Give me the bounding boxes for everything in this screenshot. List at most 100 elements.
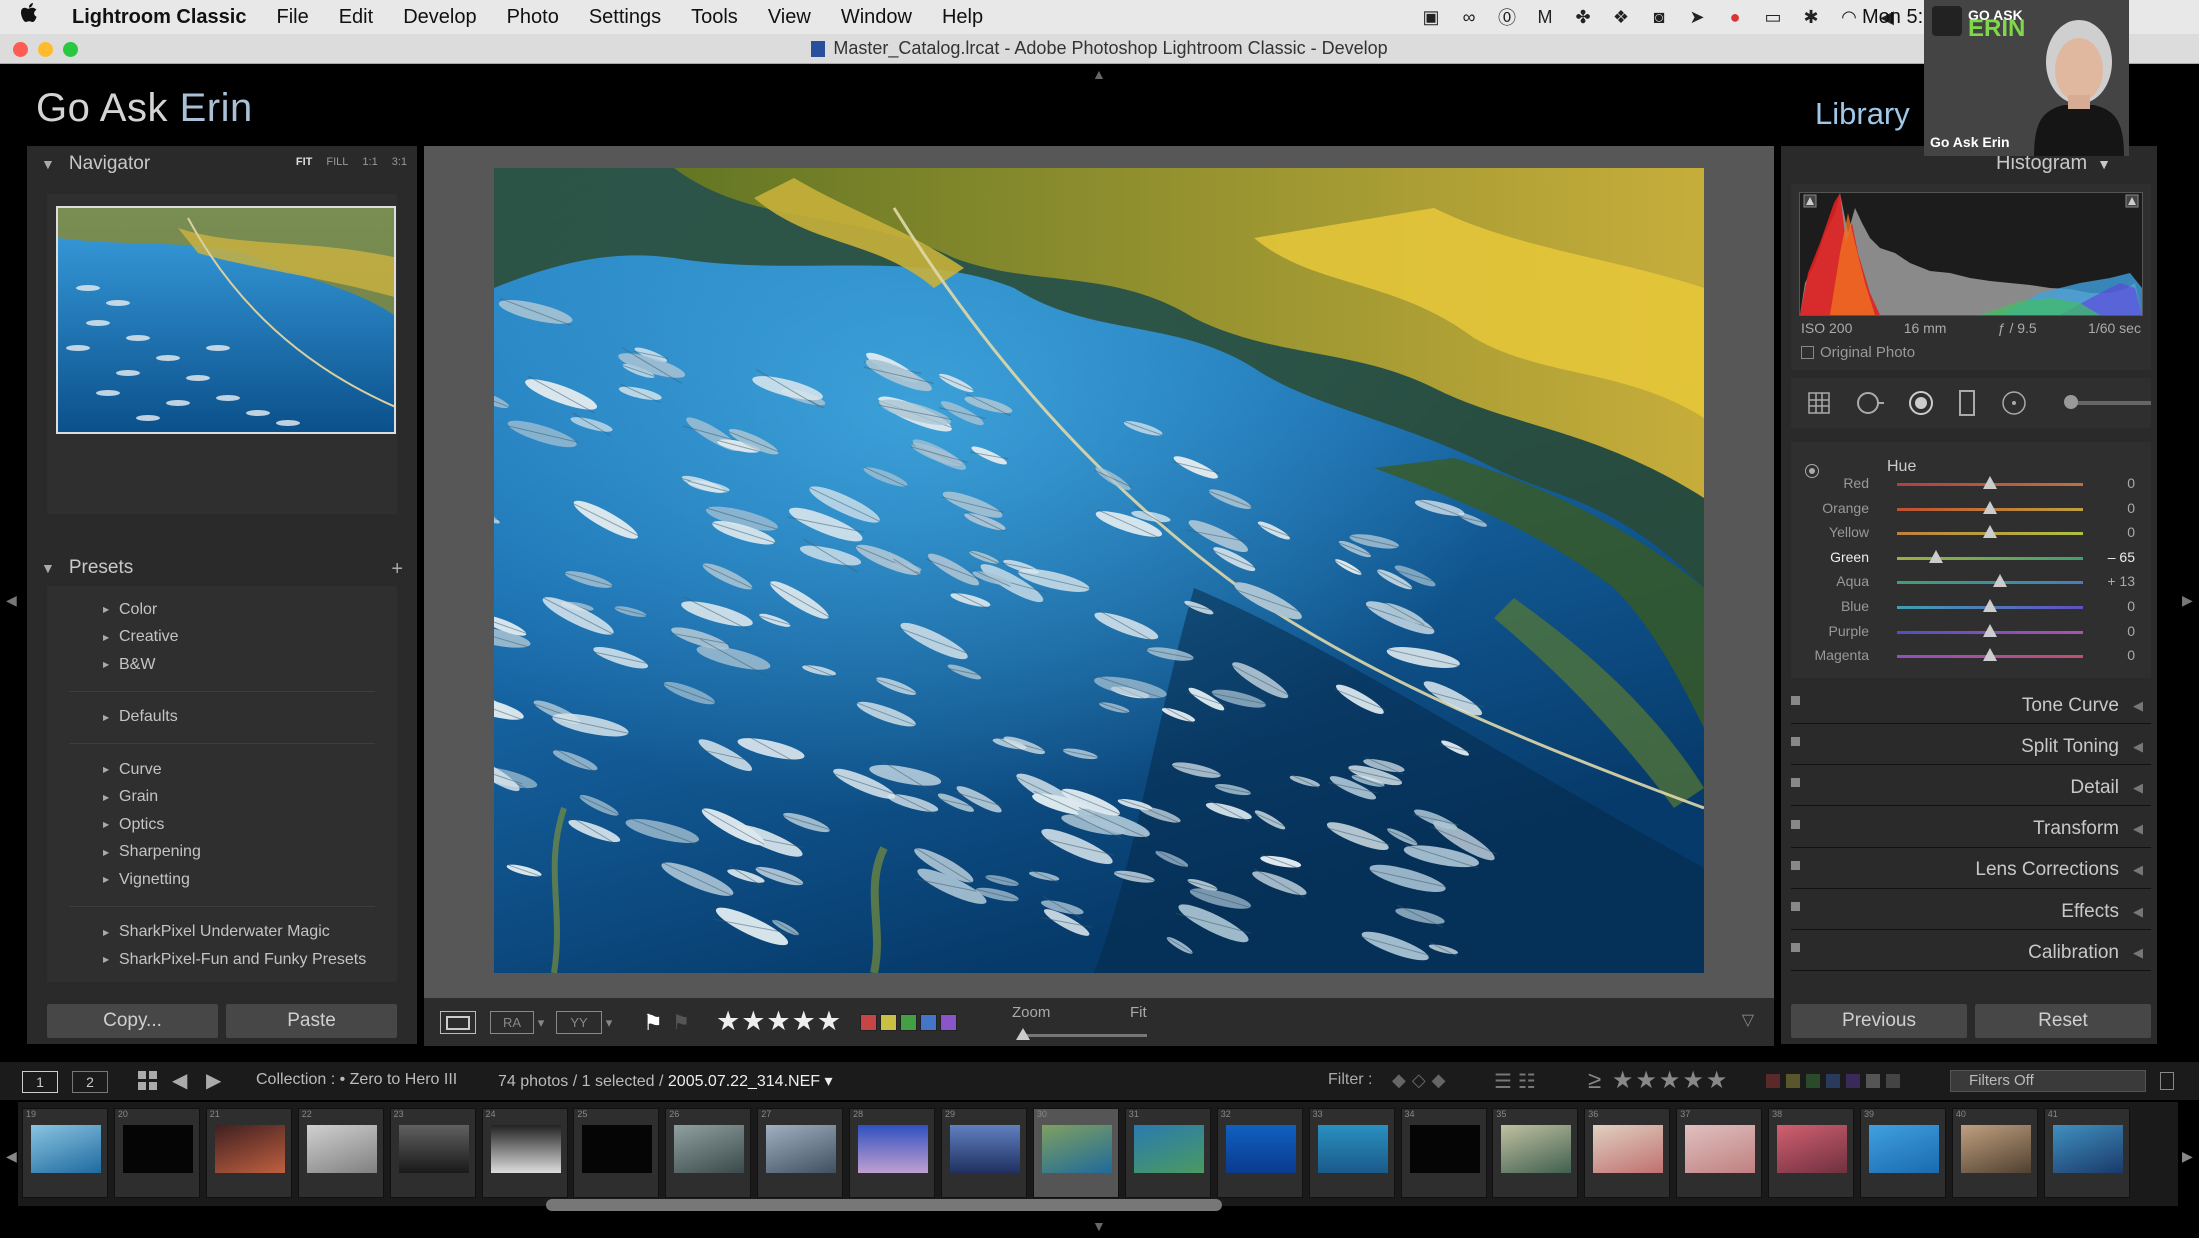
source-indicator[interactable]: Collection : • Zero to Hero III xyxy=(256,1071,457,1089)
thumbnail-image[interactable] xyxy=(306,1125,377,1173)
back-arrow-icon[interactable]: ◀ xyxy=(172,1068,187,1093)
m-app-icon[interactable]: M xyxy=(1533,7,1557,27)
panel-effects[interactable]: Effects ◀ xyxy=(1791,894,2151,930)
panel-split-toning[interactable]: Split Toning ◀ xyxy=(1791,729,2151,766)
copy-before-after-icon[interactable]: YY xyxy=(556,1011,602,1034)
swap-dropdown-icon[interactable]: ▾ xyxy=(604,1011,614,1034)
filmstrip-thumbnail[interactable]: 21 xyxy=(205,1108,292,1198)
airplay-icon[interactable]: ▭ xyxy=(1761,7,1785,27)
radial-filter-tool-icon[interactable] xyxy=(2000,388,2028,418)
thumbnail-image[interactable] xyxy=(1685,1125,1756,1173)
main-window-button[interactable]: 1 xyxy=(22,1071,58,1093)
flag-filter-icons[interactable]: ◆◇◆ xyxy=(1392,1070,1452,1091)
pick-flag-icon[interactable]: ⚑ xyxy=(642,1010,664,1035)
zoom-1-1[interactable]: 1:1 xyxy=(362,156,377,168)
panel-switch-icon[interactable] xyxy=(1791,778,1800,788)
left-panel-toggle-icon[interactable]: ◀ xyxy=(6,592,17,609)
app-menu[interactable]: Lightroom Classic xyxy=(60,6,261,29)
hsl-slider-knob[interactable] xyxy=(1983,476,1997,489)
preset-folder-grain[interactable]: Grain xyxy=(47,784,397,812)
thumbnail-image[interactable] xyxy=(950,1125,1020,1173)
color-label-3[interactable] xyxy=(920,1014,937,1031)
crop-tool-icon[interactable] xyxy=(1805,388,1833,418)
filter-lock-icon[interactable] xyxy=(2160,1072,2174,1090)
dropbox-icon[interactable]: ❖ xyxy=(1609,7,1633,27)
onepassword-icon[interactable]: ⓪ xyxy=(1495,7,1519,28)
thumbnail-image[interactable] xyxy=(582,1125,653,1173)
thumbnail-image[interactable] xyxy=(1041,1125,1112,1173)
filmstrip-thumbnail[interactable]: 27 xyxy=(757,1108,844,1198)
filmstrip-thumbnail[interactable]: 24 xyxy=(481,1108,568,1198)
hsl-value[interactable]: 0 xyxy=(2085,598,2135,614)
copy-settings-button[interactable]: Copy... xyxy=(47,1004,218,1038)
hsl-slider-knob[interactable] xyxy=(1993,574,2008,588)
filmstrip-thumbnail[interactable]: 25 xyxy=(573,1108,660,1198)
wifi-icon[interactable]: ◠ xyxy=(1837,7,1861,27)
panel-switch-icon[interactable] xyxy=(1791,860,1800,870)
filter-preset-dropdown[interactable]: Filters Off xyxy=(1950,1070,2146,1092)
reset-button[interactable]: Reset xyxy=(1975,1004,2151,1038)
filmstrip-thumbnail[interactable]: 26 xyxy=(665,1108,752,1198)
filmstrip-thumbnail[interactable]: 29 xyxy=(941,1108,1027,1198)
hsl-value[interactable]: 0 xyxy=(2085,647,2135,663)
selected-filename[interactable]: 2005.07.22_314.NEF ▾ xyxy=(668,1073,833,1090)
thumbnail-image[interactable] xyxy=(1317,1125,1388,1173)
preset-folder-vignetting[interactable]: Vignetting xyxy=(47,866,397,894)
panel-calibration[interactable]: Calibration ◀ xyxy=(1791,935,2151,972)
panel-switch-icon[interactable] xyxy=(1791,696,1800,705)
record-icon[interactable]: ● xyxy=(1723,7,1747,27)
sparkle-icon[interactable]: ✤ xyxy=(1571,7,1595,27)
filmstrip-thumbnail[interactable]: 41 xyxy=(2043,1108,2130,1198)
camera-icon[interactable]: ◙ xyxy=(1647,7,1671,27)
main-photo[interactable] xyxy=(494,168,1704,973)
spot-removal-tool-icon[interactable] xyxy=(1855,388,1885,418)
right-panel-toggle-icon[interactable]: ▶ xyxy=(2182,592,2193,609)
bottom-panel-toggle-icon[interactable]: ▼ xyxy=(1092,1218,1106,1234)
creative-cloud-icon[interactable]: ∞ xyxy=(1457,7,1481,27)
module-library[interactable]: Library xyxy=(1815,96,1910,132)
hsl-slider-knob[interactable] xyxy=(1983,648,1997,662)
hsl-slider-track[interactable] xyxy=(1897,581,2083,585)
loupe-view-icon[interactable] xyxy=(440,1011,476,1034)
thumbnail-image[interactable] xyxy=(674,1125,745,1173)
filmstrip-thumbnail[interactable]: 31 xyxy=(1124,1108,1211,1198)
menu-edit[interactable]: Edit xyxy=(324,6,388,29)
arrow-app-icon[interactable]: ➤ xyxy=(1685,7,1709,27)
forward-arrow-icon[interactable]: ▶ xyxy=(206,1068,221,1093)
menu-view[interactable]: View xyxy=(753,6,826,29)
hsl-value[interactable]: + 13 xyxy=(2085,573,2135,589)
preset-folder-curve[interactable]: Curve xyxy=(47,756,397,784)
hsl-value[interactable]: 0 xyxy=(2085,623,2135,639)
filmstrip-thumbnail[interactable]: 22 xyxy=(297,1108,384,1198)
panel-lens-corrections[interactable]: Lens Corrections ◀ xyxy=(1791,853,2151,889)
filmstrip-thumbnail[interactable]: 33 xyxy=(1308,1108,1395,1198)
presets-header[interactable]: ▼ Presets + xyxy=(27,550,417,586)
screen-record-icon[interactable]: ▣ xyxy=(1419,7,1443,27)
hsl-value[interactable]: 0 xyxy=(2085,500,2135,516)
panel-switch-icon[interactable] xyxy=(1791,943,1800,953)
previous-button[interactable]: Previous xyxy=(1791,1004,1967,1038)
thumbnail-image[interactable] xyxy=(1869,1125,1939,1173)
hsl-slider-knob[interactable] xyxy=(1983,500,1997,514)
panel-switch-icon[interactable] xyxy=(1791,902,1800,911)
filmstrip-thumbnail[interactable]: 23 xyxy=(389,1108,476,1198)
thumbnail-image[interactable] xyxy=(1593,1125,1664,1173)
navigator-preview[interactable] xyxy=(47,194,397,514)
preset-folder-sharkpixel-fun[interactable]: SharkPixel-Fun and Funky Presets xyxy=(47,946,397,974)
filmstrip-left-arrow-icon[interactable]: ◀ xyxy=(6,1148,17,1165)
color-label-filter[interactable] xyxy=(1766,1074,1900,1088)
filmstrip-thumbnail[interactable]: 30 xyxy=(1032,1108,1119,1198)
thumbnail-image[interactable] xyxy=(490,1125,561,1173)
filmstrip-thumbnail[interactable]: 40 xyxy=(1951,1108,2038,1198)
panel-tone-curve[interactable]: Tone Curve ◀ xyxy=(1791,688,2151,724)
color-label-4[interactable] xyxy=(940,1014,957,1031)
color-label-0[interactable] xyxy=(860,1014,877,1031)
menubar-clock[interactable]: Mon 5: xyxy=(1862,6,1923,29)
thumbnail-image[interactable] xyxy=(766,1125,837,1173)
adjustment-brush-slider[interactable] xyxy=(2063,395,2151,409)
top-panel-toggle-icon[interactable]: ▲ xyxy=(1092,66,1106,82)
zoom-3-1[interactable]: 3:1 xyxy=(392,156,407,168)
rating-filter[interactable]: ≥ ★★★★★ xyxy=(1588,1066,1729,1095)
navigator-thumbnail[interactable] xyxy=(56,206,396,434)
thumbnail-image[interactable] xyxy=(31,1125,101,1173)
